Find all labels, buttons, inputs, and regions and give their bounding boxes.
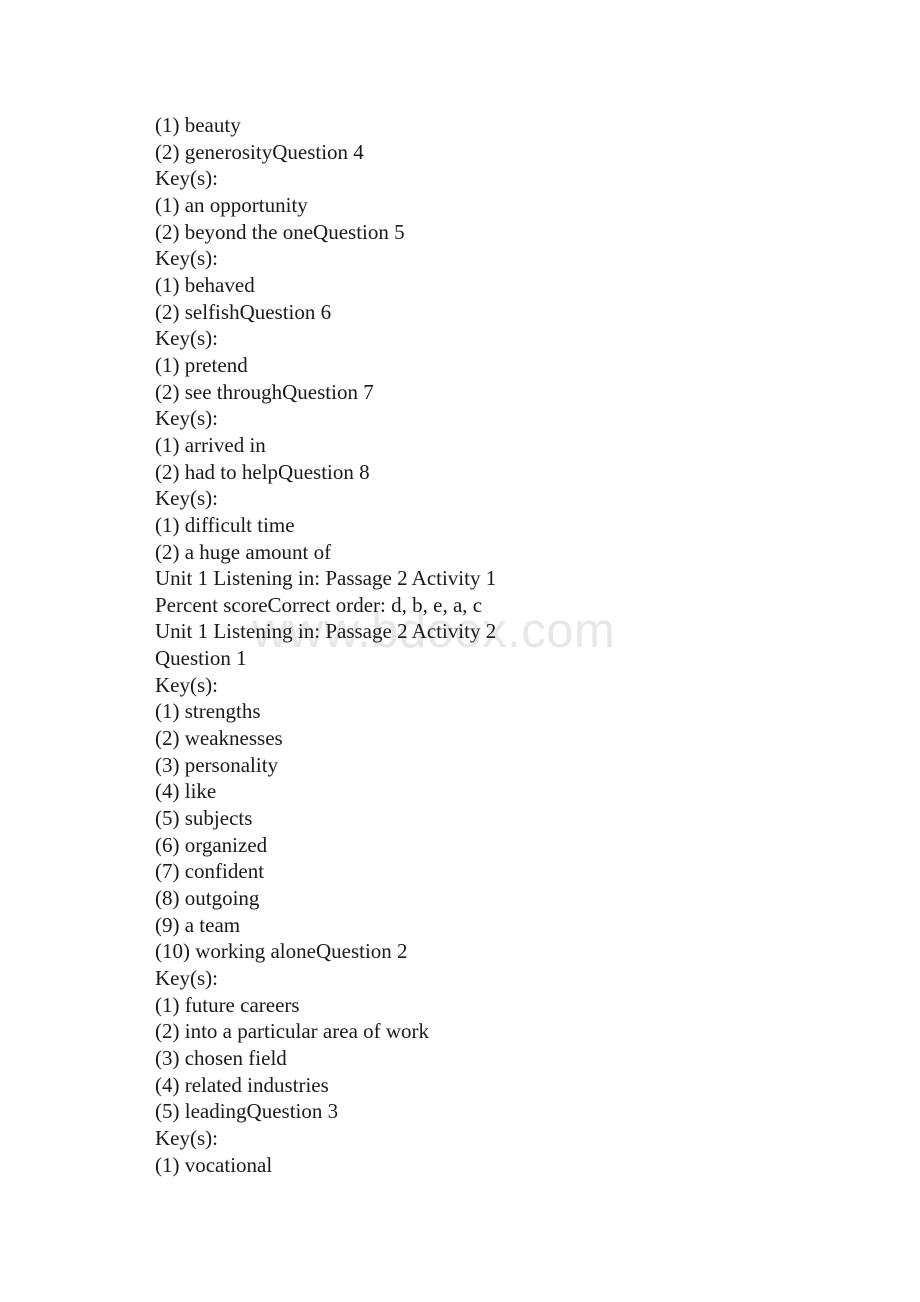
document-line: (2) into a particular area of work	[155, 1019, 430, 1044]
document-line: Unit 1 Listening in: Passage 2 Activity …	[155, 619, 497, 644]
document-line: Unit 1 Listening in: Passage 2 Activity …	[155, 566, 497, 591]
document-line: (1) strengths	[155, 699, 261, 724]
document-line: (2) had to helpQuestion 8	[155, 459, 370, 484]
document-line: Key(s):	[155, 1125, 218, 1150]
document-line: (2) beyond the oneQuestion 5	[155, 219, 405, 244]
document-line: Key(s):	[155, 966, 218, 990]
document-line: Key(s):	[155, 486, 218, 511]
document-line: Key(s):	[155, 672, 218, 697]
document-line: (1) beauty	[155, 113, 241, 137]
document-line: (6) organized	[155, 832, 268, 857]
document-line: (8) outgoing	[155, 886, 260, 911]
document-line: (2) generosityQuestion 4	[155, 139, 364, 164]
document-line: (3) personality	[155, 752, 279, 777]
document-line: (1) future careers	[155, 992, 300, 1017]
document-line: Key(s):	[155, 326, 218, 351]
document-line: (4) like	[155, 779, 217, 804]
document-line: (5) subjects	[155, 806, 253, 831]
document-line: (1) difficult time	[155, 512, 295, 537]
document-line: (2) weaknesses	[155, 726, 283, 751]
document-line: (1) pretend	[155, 352, 248, 377]
document-line: (2) see throughQuestion 7	[155, 379, 374, 404]
document-line: (1) an opportunity	[155, 192, 308, 217]
document-line: (1) arrived in	[155, 432, 266, 457]
document-line: (2) a huge amount of	[155, 539, 332, 564]
document-line: (4) related industries	[155, 1072, 329, 1097]
document-line: Percent scoreCorrect order: d, b, e, a, …	[155, 592, 483, 617]
document-line: Question 1	[155, 646, 247, 671]
document-line: Key(s):	[155, 246, 218, 271]
document-line: (10) working aloneQuestion 2	[155, 939, 408, 964]
document-line: Key(s):	[155, 406, 218, 431]
document-line: Key(s):	[155, 166, 218, 191]
document-line: (3) chosen field	[155, 1045, 287, 1070]
document-page: www.bdoox.com (1) beauty (2) generosityQu…	[0, 0, 920, 1302]
document-line: (2) selfishQuestion 6	[155, 299, 332, 324]
document-line: (1) vocational	[155, 1152, 273, 1177]
document-line: (7) confident	[155, 859, 265, 884]
document-line: (1) behaved	[155, 272, 255, 297]
document-line: (9) a team	[155, 912, 241, 937]
document-text-body: (1) beauty (2) generosityQuestion 4 Key(s)…	[155, 112, 875, 1178]
document-line: (5) leadingQuestion 3	[155, 1099, 339, 1124]
